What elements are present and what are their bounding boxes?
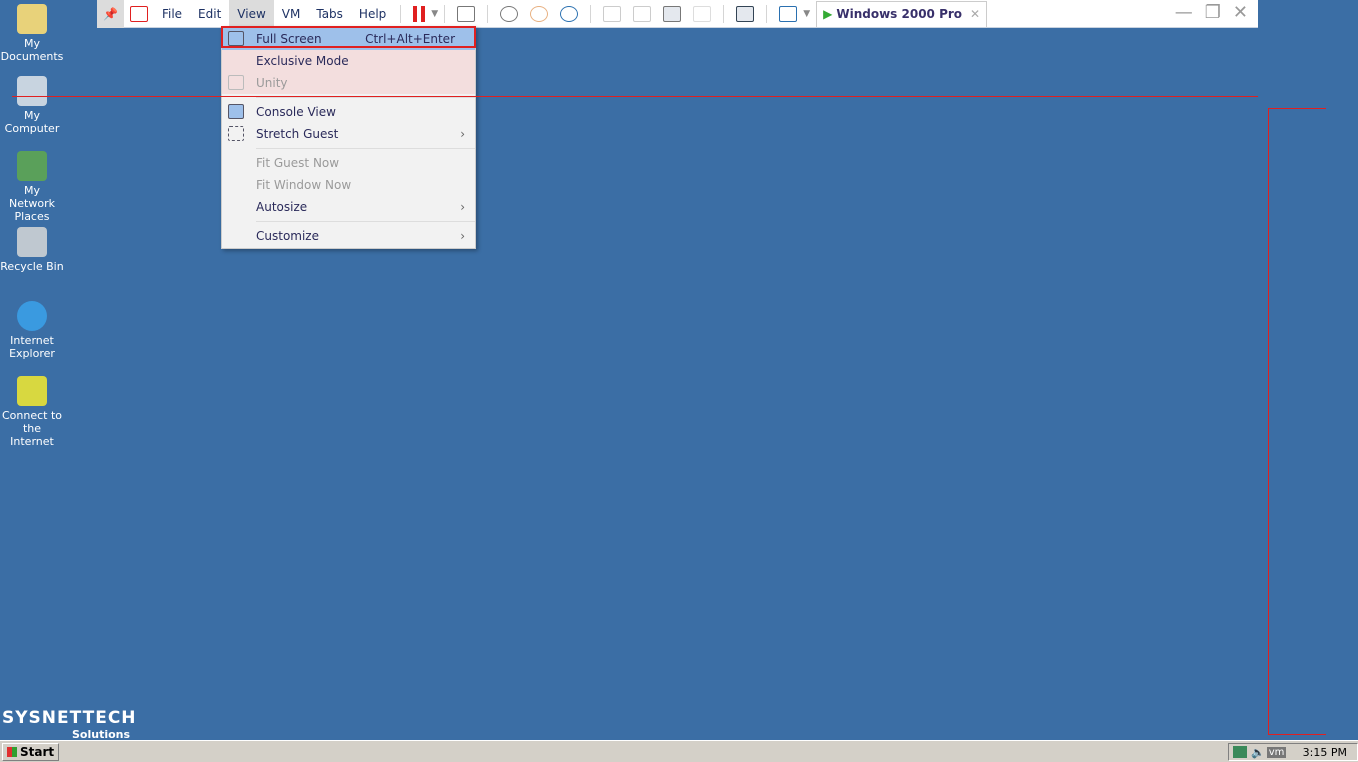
desktop-icon-my-computer[interactable]: My Computer	[0, 76, 64, 135]
menu-item-fit-guest-now[interactable]: Fit Guest Now	[222, 152, 475, 174]
annotation-line	[1268, 108, 1269, 735]
pin-button[interactable]: 📌	[97, 0, 124, 28]
unity-icon[interactable]	[693, 5, 712, 22]
chevron-right-icon: ›	[460, 200, 465, 214]
computer-icon	[17, 76, 47, 106]
volume-icon[interactable]: 🔈	[1251, 746, 1265, 759]
start-button[interactable]: Start	[2, 743, 60, 761]
internet-explorer-icon	[17, 301, 47, 331]
full-screen-icon[interactable]	[663, 5, 682, 22]
console-view-icon	[228, 104, 244, 119]
library-icon[interactable]	[603, 5, 622, 22]
menu-help[interactable]: Help	[351, 0, 394, 28]
menu-item-autosize[interactable]: Autosize ›	[222, 196, 475, 218]
chevron-right-icon: ›	[460, 229, 465, 243]
folder-icon	[17, 4, 47, 34]
divider	[487, 4, 489, 23]
annotation-line	[1268, 734, 1326, 735]
clock[interactable]: 3:15 PM	[1303, 746, 1347, 759]
desktop-icon-ie[interactable]: Internet Explorer	[0, 301, 64, 360]
vm-tab[interactable]: ▶ Windows 2000 Pro ✕	[816, 0, 988, 27]
send-ctrl-alt-del-icon[interactable]	[457, 5, 476, 22]
divider	[590, 4, 592, 23]
desktop-icon-recycle-bin[interactable]: Recycle Bin	[0, 227, 64, 273]
chevron-right-icon: ›	[460, 127, 465, 141]
menu-item-exclusive-mode[interactable]: Exclusive Mode	[222, 50, 475, 72]
menu-vm[interactable]: VM	[274, 0, 309, 28]
desktop-icon-my-documents[interactable]: My Documents	[0, 4, 64, 63]
network-icon[interactable]	[1233, 746, 1247, 758]
network-icon	[17, 151, 47, 181]
menu-view[interactable]: View	[229, 0, 274, 28]
menu-item-stretch-guest[interactable]: Stretch Guest ›	[222, 123, 475, 145]
thumbnail-icon[interactable]	[633, 5, 652, 22]
annotation-line	[1268, 108, 1326, 109]
close-icon[interactable]: ✕	[1233, 2, 1248, 23]
recycle-bin-icon	[17, 227, 47, 257]
stretch-icon	[228, 126, 244, 141]
divider	[766, 4, 768, 23]
vm-icon: ▶	[823, 7, 833, 21]
vmware-toolbar: 📌 File Edit View VM Tabs Help ▼ ▼ ▶ Windo…	[97, 0, 1258, 28]
vmware-logo-icon	[129, 5, 148, 22]
annotation-line	[12, 96, 1258, 97]
snapshot-icon[interactable]	[500, 5, 519, 22]
windows-logo-icon	[7, 747, 17, 757]
close-icon[interactable]: ✕	[970, 7, 980, 21]
menu-edit[interactable]: Edit	[190, 0, 229, 28]
divider	[256, 97, 475, 98]
menu-tabs[interactable]: Tabs	[308, 0, 351, 28]
view-menu: Full Screen Ctrl+Alt+Enter Exclusive Mode…	[221, 26, 476, 249]
chevron-down-icon[interactable]: ▼	[431, 9, 438, 19]
divider	[400, 4, 402, 23]
desktop-icon-connect[interactable]: Connect to the Internet	[0, 376, 64, 448]
menu-file[interactable]: File	[154, 0, 190, 28]
chevron-down-icon[interactable]: ▼	[803, 9, 810, 19]
menu-item-console-view[interactable]: Console View	[222, 101, 475, 123]
snapshot-manager-icon[interactable]	[560, 5, 579, 22]
divider	[256, 221, 475, 222]
system-tray: 🔈 vm 3:15 PM	[1228, 743, 1358, 761]
divider	[444, 4, 446, 23]
unity-icon	[228, 75, 244, 90]
connect-icon	[17, 376, 47, 406]
desktop-icon-network[interactable]: My Network Places	[0, 151, 64, 223]
menu-item-customize[interactable]: Customize ›	[222, 225, 475, 247]
divider	[256, 148, 475, 149]
pause-icon[interactable]	[413, 5, 426, 22]
menu-item-fit-window-now[interactable]: Fit Window Now	[222, 174, 475, 196]
restore-icon[interactable]: ❐	[1205, 2, 1221, 23]
annotation-box	[221, 26, 476, 48]
minimize-icon[interactable]: —	[1175, 2, 1193, 23]
divider	[723, 4, 725, 23]
stretch-icon[interactable]	[779, 5, 798, 22]
menu-item-unity[interactable]: Unity	[222, 72, 475, 94]
vmware-tools-icon[interactable]: vm	[1266, 746, 1287, 758]
taskbar: Start 🔈 vm 3:15 PM	[0, 740, 1358, 762]
revert-snapshot-icon[interactable]	[530, 5, 549, 22]
watermark: SYSNETTECH Solutions	[2, 708, 137, 741]
console-view-icon[interactable]	[736, 5, 755, 22]
